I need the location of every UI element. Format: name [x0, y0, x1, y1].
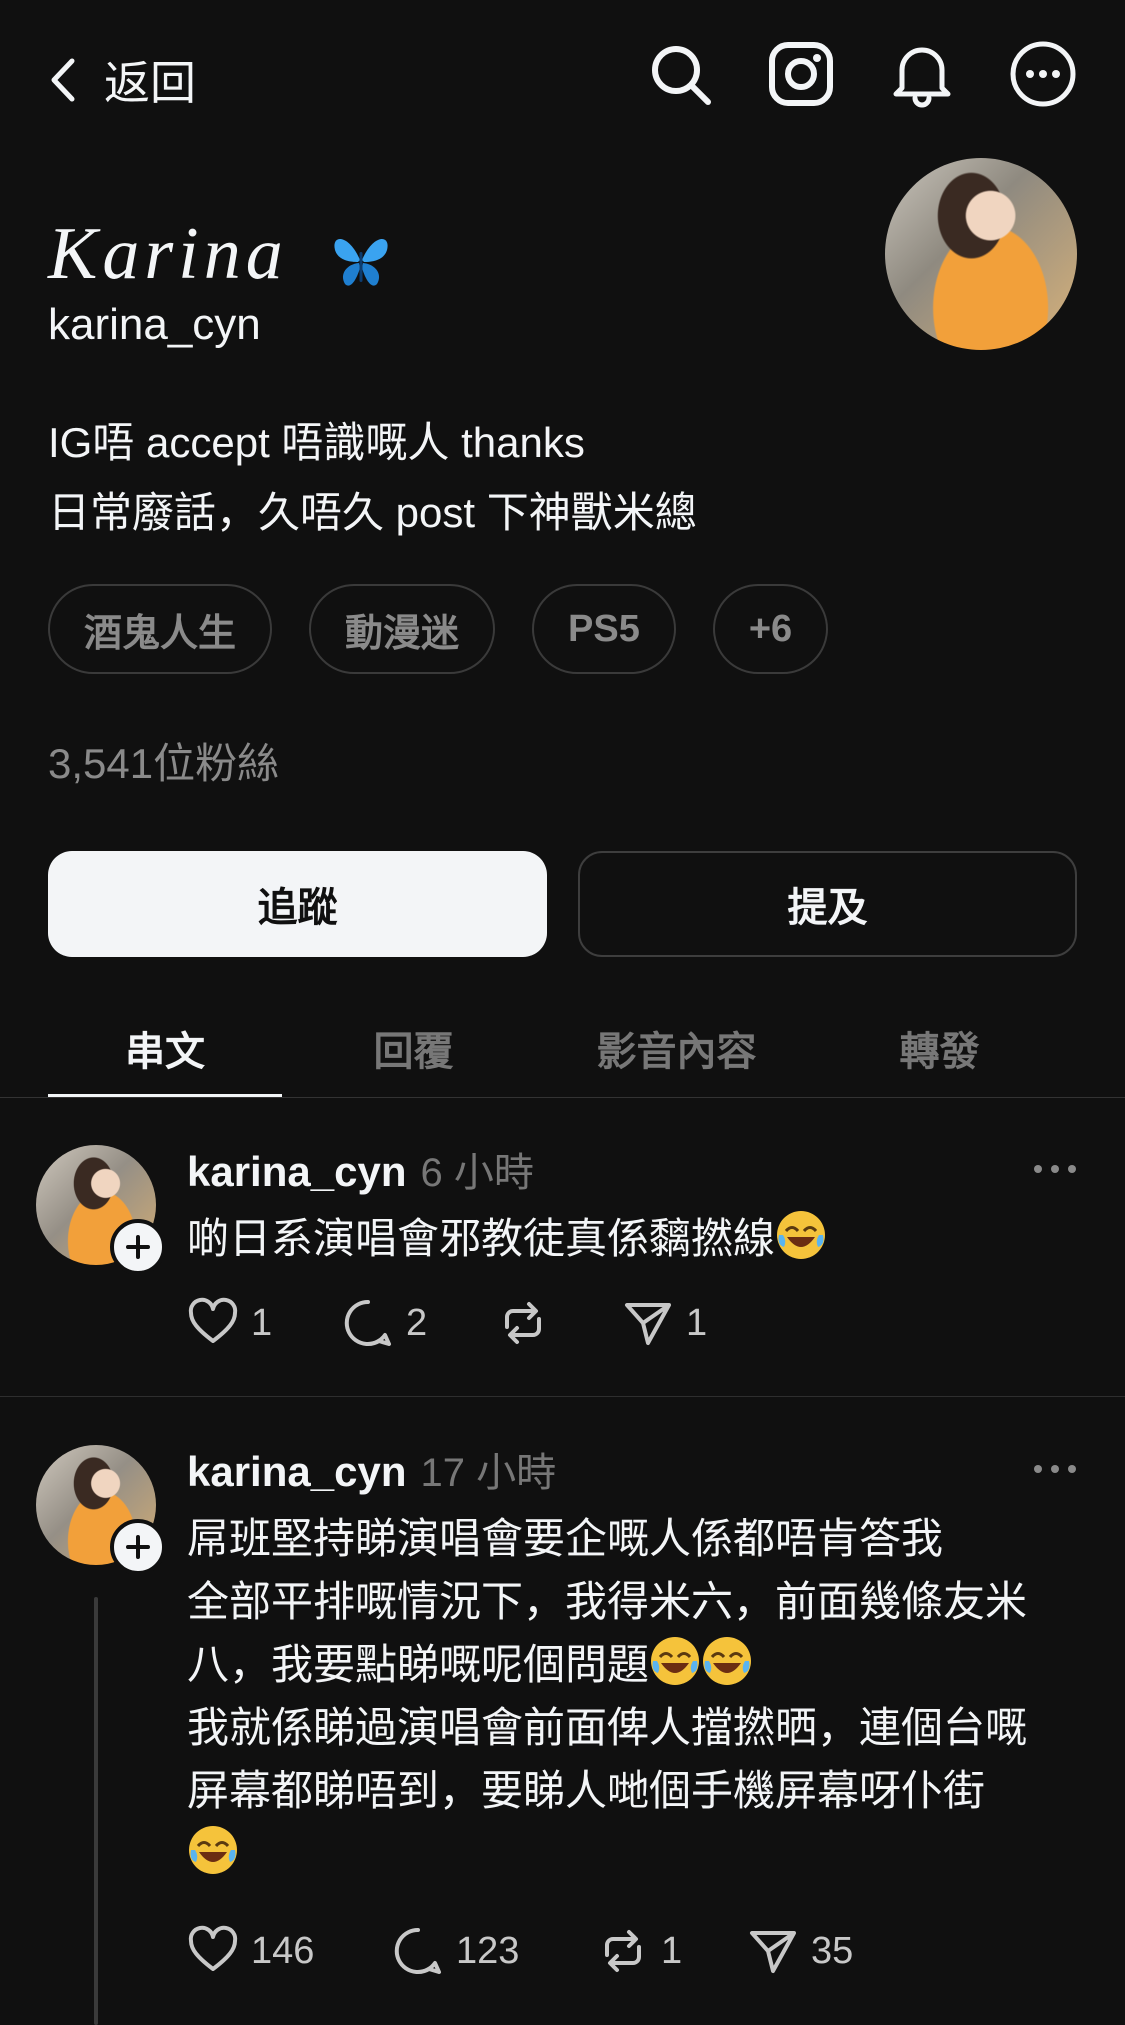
- profile-display-name: Karina: [48, 212, 393, 297]
- repost-button[interactable]: [497, 1297, 622, 1349]
- like-button[interactable]: 1: [187, 1297, 342, 1349]
- laughing-crying-emoji-icon: [189, 1826, 237, 1874]
- post-text-line: 我就係睇過演唱會前面俾人擋撚晒，連個台嘅: [187, 1704, 1028, 1751]
- laughing-crying-emoji-icon: [651, 1637, 700, 1685]
- post-more-button[interactable]: [1030, 1454, 1080, 1484]
- reply-count: 123: [456, 1929, 520, 1972]
- post-body: 屌班堅持睇演唱會要企嘅人係都唔肯答我 全部平排嘅情況下，我得米六，前面幾條友米 …: [187, 1507, 1087, 1885]
- post-text-line: 全部平排嘅情況下，我得米六，前面幾條友米: [187, 1578, 1028, 1625]
- tab-media[interactable]: 影音內容: [545, 1000, 808, 1096]
- post-body: 啲日系演唱會邪教徒真係黐撚線: [187, 1207, 1087, 1270]
- tag-more-chip[interactable]: +6: [712, 584, 829, 674]
- follow-plus-button[interactable]: [110, 1519, 166, 1575]
- more-icon[interactable]: [1009, 40, 1077, 108]
- laughing-crying-emoji-icon: [703, 1637, 752, 1685]
- repost-button[interactable]: 1: [597, 1925, 747, 1977]
- post-text-line: 啲日系演唱會邪教徒真係黐撚線: [187, 1215, 776, 1262]
- ellipsis-icon: [1034, 1165, 1076, 1173]
- thread-line: [94, 1597, 98, 2025]
- chevron-left-icon: [51, 58, 75, 102]
- reply-button[interactable]: 2: [342, 1297, 497, 1349]
- instagram-icon[interactable]: [767, 40, 835, 108]
- butterfly-icon: [334, 239, 388, 286]
- plus-icon: [126, 1235, 150, 1259]
- tab-replies[interactable]: 回覆: [282, 1000, 545, 1096]
- follow-button[interactable]: 追蹤: [48, 851, 547, 957]
- post-timestamp: 17 小時: [420, 1451, 557, 1495]
- post-header: karina_cyn 6 小時: [187, 1140, 534, 1198]
- bio-line: IG唔 accept 唔識嘅人 thanks: [48, 419, 585, 466]
- follow-plus-button[interactable]: [110, 1219, 166, 1275]
- post-more-button[interactable]: [1030, 1154, 1080, 1184]
- repost-count: 1: [661, 1929, 683, 1972]
- bio-line: 日常廢話，久唔久 post 下神獸米總: [48, 489, 697, 536]
- heart-icon: [188, 1925, 238, 1971]
- follower-count[interactable]: 3,541位粉絲: [48, 730, 279, 791]
- top-bar: 返回: [0, 0, 1125, 160]
- search-icon[interactable]: [646, 40, 714, 108]
- tab-reposts[interactable]: 轉發: [808, 1000, 1071, 1096]
- plus-icon: [126, 1535, 150, 1559]
- post-text-line: 屌班堅持睇演唱會要企嘅人係都唔肯答我: [187, 1515, 944, 1562]
- reply-count: 2: [406, 1301, 428, 1344]
- like-button[interactable]: 146: [187, 1925, 392, 1977]
- profile-handle: karina_cyn: [48, 300, 261, 349]
- post-username[interactable]: karina_cyn: [187, 1148, 406, 1196]
- mention-button[interactable]: 提及: [578, 851, 1077, 957]
- share-button[interactable]: 1: [622, 1297, 707, 1349]
- post-username[interactable]: karina_cyn: [187, 1448, 406, 1496]
- tag-chip[interactable]: 酒鬼人生: [48, 584, 273, 674]
- repost-icon: [505, 1302, 541, 1344]
- like-count: 146: [251, 1929, 315, 1972]
- share-count: 1: [686, 1301, 708, 1344]
- comment-icon: [394, 1927, 441, 1975]
- profile-tabs: 串文 回覆 影音內容 轉發: [48, 1000, 1078, 1096]
- tag-chip[interactable]: PS5: [532, 584, 676, 674]
- post-text-line: 八，我要點睇嘅呢個問題: [187, 1641, 650, 1688]
- display-name-text: Karina: [48, 213, 288, 295]
- back-label: 返回: [104, 57, 196, 109]
- send-icon: [625, 1303, 671, 1345]
- repost-icon: [605, 1930, 641, 1972]
- tag-chip[interactable]: 動漫迷: [309, 584, 496, 674]
- profile-bio: IG唔 accept 唔識嘅人 thanks 日常廢話，久唔久 post 下神獸…: [48, 408, 697, 548]
- post-text-line: 屏幕都睇唔到，要睇人哋個手機屏幕呀仆街: [187, 1767, 986, 1814]
- post-timestamp: 6 小時: [420, 1151, 534, 1195]
- send-icon: [750, 1931, 796, 1973]
- post-header: karina_cyn 17 小時: [187, 1440, 556, 1498]
- share-count: 35: [811, 1929, 854, 1972]
- back-button[interactable]: 返回: [48, 50, 196, 110]
- reply-button[interactable]: 123: [392, 1925, 597, 1977]
- profile-avatar[interactable]: [885, 158, 1077, 350]
- like-count: 1: [251, 1301, 273, 1344]
- post-actions: 1 2 1: [187, 1297, 707, 1349]
- share-button[interactable]: 35: [747, 1925, 853, 1977]
- tab-threads[interactable]: 串文: [48, 1000, 282, 1096]
- post-item: karina_cyn 17 小時 屌班堅持睇演唱會要企嘅人係都唔肯答我 全部平排…: [0, 1397, 1125, 2025]
- bell-icon[interactable]: [888, 40, 956, 108]
- heart-icon: [188, 1297, 238, 1343]
- comment-icon: [344, 1299, 391, 1347]
- interest-tags: 酒鬼人生 動漫迷 PS5 +6: [48, 584, 829, 674]
- post-item: karina_cyn 6 小時 啲日系演唱會邪教徒真係黐撚線 1 2 1: [0, 1097, 1125, 1397]
- ellipsis-icon: [1034, 1465, 1076, 1473]
- laughing-crying-emoji-icon: [777, 1211, 826, 1259]
- post-actions: 146 123 1 35: [187, 1925, 853, 1977]
